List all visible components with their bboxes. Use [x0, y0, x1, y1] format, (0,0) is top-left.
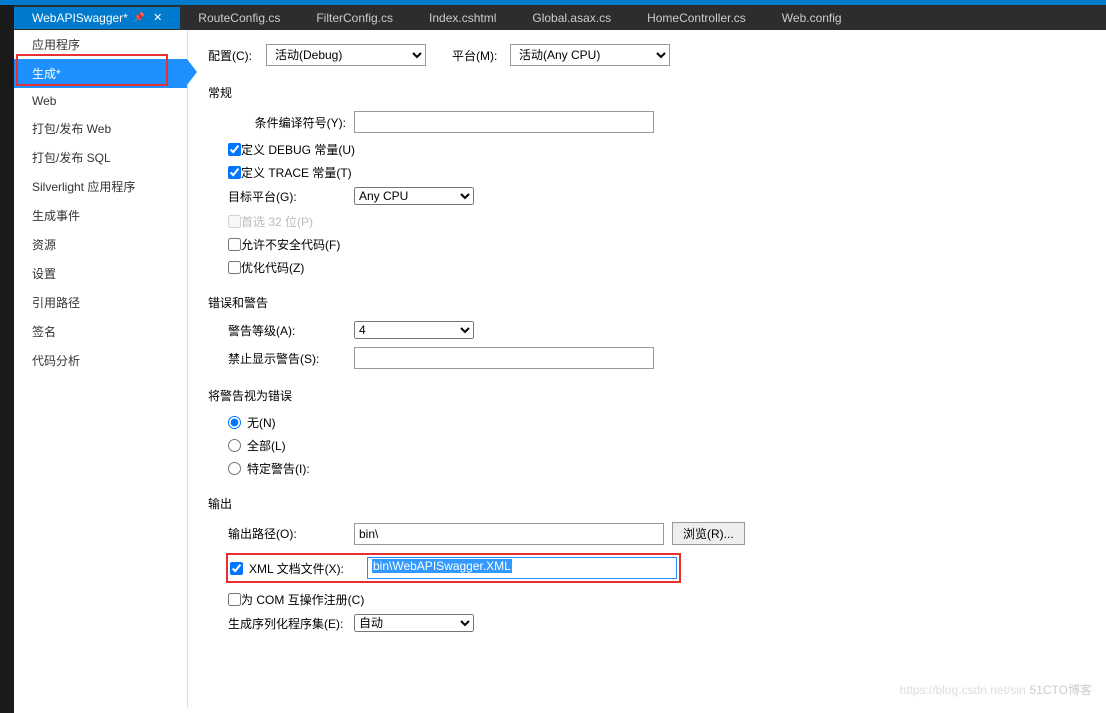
treat-specific-radio[interactable]	[228, 462, 241, 475]
allow-unsafe-label: 允许不安全代码(F)	[241, 236, 340, 253]
output-path-input[interactable]	[354, 523, 664, 545]
tab-index[interactable]: Index.cshtml	[411, 7, 514, 29]
sidebar-item-package-web[interactable]: 打包/发布 Web	[14, 114, 187, 143]
sidebar-item-signing[interactable]: 签名	[14, 317, 187, 346]
left-tool-strip[interactable]	[0, 5, 14, 713]
pin-icon[interactable]: 📌	[134, 12, 145, 23]
prefer32-checkbox	[228, 215, 241, 228]
output-path-label: 输出路径(O):	[228, 525, 354, 542]
xml-doc-checkbox[interactable]	[230, 562, 243, 575]
define-debug-checkbox[interactable]	[228, 143, 241, 156]
cond-sym-label: 条件编译符号(Y):	[228, 114, 354, 131]
tab-webconfig[interactable]: Web.config	[764, 7, 860, 29]
sidebar-item-settings[interactable]: 设置	[14, 259, 187, 288]
section-output: 输出	[208, 495, 1086, 512]
section-treat-as-error: 将警告视为错误	[208, 387, 1086, 404]
target-platform-select[interactable]: Any CPU	[354, 187, 474, 205]
highlight-xml: XML 文档文件(X): bin\WebAPISwagger.XML	[226, 553, 681, 583]
config-label: 配置(C):	[208, 47, 266, 64]
xml-doc-label: XML 文档文件(X):	[249, 560, 367, 577]
warning-level-select[interactable]: 4	[354, 321, 474, 339]
config-select[interactable]: 活动(Debug)	[266, 44, 426, 66]
treat-specific-label: 特定警告(I):	[247, 460, 310, 477]
sidebar-item-build-events[interactable]: 生成事件	[14, 201, 187, 230]
treat-none-label: 无(N)	[247, 414, 276, 431]
section-general: 常规	[208, 84, 1086, 101]
target-platform-label: 目标平台(G):	[228, 188, 354, 205]
close-icon[interactable]: ✕	[153, 11, 162, 24]
define-trace-label: 定义 TRACE 常量(T)	[241, 164, 352, 181]
sidebar-item-package-sql[interactable]: 打包/发布 SQL	[14, 143, 187, 172]
browse-button[interactable]: 浏览(R)...	[672, 522, 745, 545]
serial-select[interactable]: 自动	[354, 614, 474, 632]
tab-homecontroller[interactable]: HomeController.cs	[629, 7, 764, 29]
tab-webapiswagger[interactable]: WebAPISwagger* 📌 ✕	[14, 7, 180, 29]
allow-unsafe-checkbox[interactable]	[228, 238, 241, 251]
sidebar-item-resources[interactable]: 资源	[14, 230, 187, 259]
tab-label: WebAPISwagger*	[32, 11, 128, 25]
define-debug-label: 定义 DEBUG 常量(U)	[241, 141, 355, 158]
warning-level-label: 警告等级(A):	[228, 322, 354, 339]
section-errors: 错误和警告	[208, 294, 1086, 311]
platform-label: 平台(M):	[452, 47, 510, 64]
suppress-input[interactable]	[354, 347, 654, 369]
define-trace-checkbox[interactable]	[228, 166, 241, 179]
tab-global[interactable]: Global.asax.cs	[514, 7, 629, 29]
tab-filterconfig[interactable]: FilterConfig.cs	[298, 7, 411, 29]
sidebar-item-code-analysis[interactable]: 代码分析	[14, 346, 187, 375]
serial-label: 生成序列化程序集(E):	[228, 615, 354, 632]
platform-select[interactable]: 活动(Any CPU)	[510, 44, 670, 66]
treat-all-radio[interactable]	[228, 439, 241, 452]
suppress-label: 禁止显示警告(S):	[228, 350, 354, 367]
highlight-sidebar	[16, 54, 168, 86]
sidebar-item-web[interactable]: Web	[14, 88, 187, 114]
build-panel: 配置(C): 活动(Debug) 平台(M): 活动(Any CPU) 常规 条…	[188, 30, 1106, 708]
com-interop-label: 为 COM 互操作注册(C)	[241, 591, 364, 608]
cond-sym-input[interactable]	[354, 111, 654, 133]
property-sidebar: 应用程序 生成* Web 打包/发布 Web 打包/发布 SQL Silverl…	[14, 30, 188, 708]
prefer32-label: 首选 32 位(P)	[241, 213, 313, 230]
treat-all-label: 全部(L)	[247, 437, 286, 454]
sidebar-item-references[interactable]: 引用路径	[14, 288, 187, 317]
optimize-label: 优化代码(Z)	[241, 259, 304, 276]
optimize-checkbox[interactable]	[228, 261, 241, 274]
treat-none-radio[interactable]	[228, 416, 241, 429]
tab-routeconfig[interactable]: RouteConfig.cs	[180, 7, 298, 29]
com-interop-checkbox[interactable]	[228, 593, 241, 606]
sidebar-item-silverlight[interactable]: Silverlight 应用程序	[14, 172, 187, 201]
document-tabs: WebAPISwagger* 📌 ✕ RouteConfig.cs Filter…	[0, 5, 1106, 30]
xml-doc-input[interactable]: bin\WebAPISwagger.XML	[367, 557, 677, 579]
